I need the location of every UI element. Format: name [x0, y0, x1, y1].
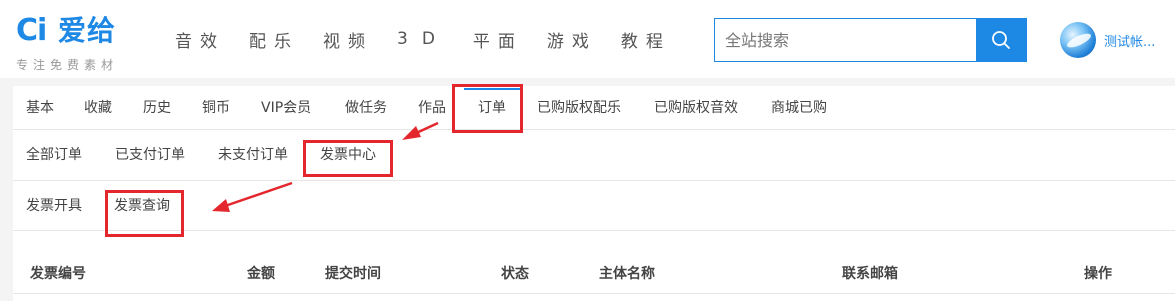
tab-issue-invoice[interactable]: 发票开具 — [26, 181, 82, 231]
search-icon — [992, 31, 1010, 49]
account-tabs: 基本 收藏 历史 铜币 VIP会员 做任务 作品 订单 已购版权配乐 已购版权音… — [13, 86, 1175, 130]
logo-slogan: 专注免费素材 — [16, 58, 119, 72]
logo-name: 爱给 — [58, 14, 117, 47]
tab-all-orders[interactable]: 全部订单 — [26, 130, 82, 181]
tab-unpaid-orders[interactable]: 未支付订单 — [218, 130, 288, 181]
user-menu[interactable]: 测试帐... — [1060, 22, 1155, 58]
main-nav: 音效 配乐 视频 3D 平面 游戏 教程 — [175, 0, 695, 78]
tab-mall-purchases[interactable]: 商城已购 — [771, 86, 827, 130]
nav-item-sound-effects[interactable]: 音效 — [175, 27, 225, 52]
order-tabs: 全部订单 已支付订单 未支付订单 发票中心 — [13, 130, 1175, 181]
tab-purchased-music[interactable]: 已购版权配乐 — [537, 86, 621, 130]
column-actions: 操作 — [1084, 266, 1112, 282]
column-submit-time: 提交时间 — [325, 266, 381, 282]
tab-history[interactable]: 历史 — [143, 86, 171, 130]
column-entity-name: 主体名称 — [599, 266, 655, 282]
site-logo[interactable]: Ci 爱给 专注免费素材 — [16, 14, 146, 74]
site-header: Ci 爱给 专注免费素材 音效 配乐 视频 3D 平面 游戏 教程 测试帐... — [0, 0, 1175, 78]
tab-works[interactable]: 作品 — [418, 86, 446, 130]
site-search — [714, 18, 1027, 62]
tab-paid-orders[interactable]: 已支付订单 — [115, 130, 185, 181]
invoice-table-header: 发票编号 金额 提交时间 状态 主体名称 联系邮箱 操作 — [13, 254, 1175, 294]
column-status: 状态 — [501, 266, 529, 282]
invoice-tabs: 发票开具 发票查询 — [13, 181, 1175, 231]
avatar[interactable] — [1060, 22, 1096, 58]
search-button[interactable] — [976, 19, 1026, 61]
tab-vip[interactable]: VIP会员 — [261, 86, 311, 130]
tab-purchased-sfx[interactable]: 已购版权音效 — [654, 86, 738, 130]
nav-item-video[interactable]: 视频 — [323, 27, 373, 52]
column-contact-email: 联系邮箱 — [842, 266, 898, 282]
tab-favorites[interactable]: 收藏 — [84, 86, 112, 130]
tab-tasks[interactable]: 做任务 — [345, 86, 387, 130]
nav-item-games[interactable]: 游戏 — [547, 27, 597, 52]
nav-item-3d[interactable]: 3D — [397, 29, 449, 49]
nav-item-music[interactable]: 配乐 — [249, 27, 299, 52]
highlight-box-invoice-center — [303, 140, 393, 177]
highlight-box-invoice-query — [105, 190, 184, 237]
nav-item-tutorials[interactable]: 教程 — [621, 27, 671, 52]
search-input[interactable] — [715, 19, 977, 61]
column-amount: 金额 — [247, 266, 275, 282]
logo-mark: Ci — [16, 13, 47, 48]
tab-basic[interactable]: 基本 — [26, 86, 54, 130]
account-panel: 基本 收藏 历史 铜币 VIP会员 做任务 作品 订单 已购版权配乐 已购版权音… — [13, 86, 1175, 301]
highlight-box-orders — [452, 84, 523, 133]
column-invoice-number: 发票编号 — [30, 266, 86, 282]
tab-copper-coins[interactable]: 铜币 — [202, 86, 230, 130]
username[interactable]: 测试帐... — [1104, 31, 1155, 50]
nav-item-graphic[interactable]: 平面 — [473, 27, 523, 52]
